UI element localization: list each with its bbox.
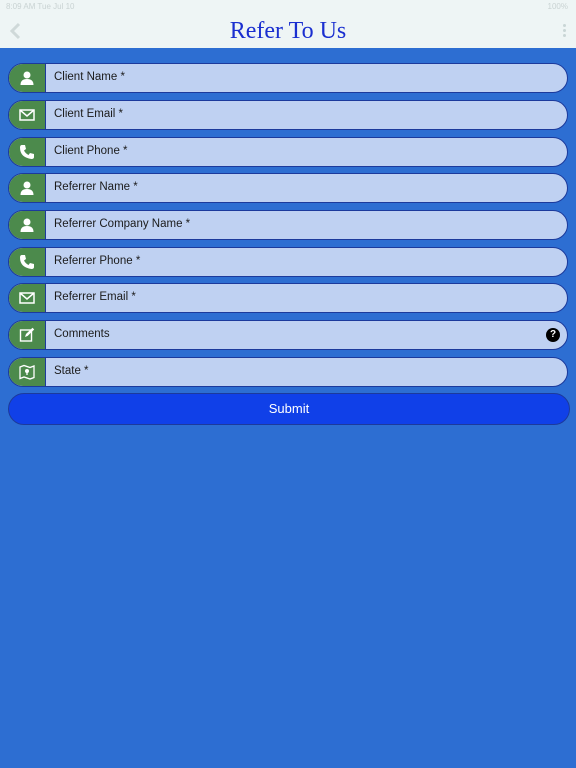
referrer-phone-field[interactable]: Referrer Phone *	[8, 247, 568, 277]
comments-field[interactable]: Comments ?	[8, 320, 568, 350]
field-placeholder: Referrer Name *	[54, 181, 138, 193]
page-title: Refer To Us	[229, 18, 347, 44]
phone-icon	[9, 138, 46, 166]
envelope-icon	[9, 101, 46, 129]
edit-icon	[9, 321, 46, 349]
help-icon[interactable]: ?	[546, 328, 560, 342]
dot-icon	[562, 34, 566, 37]
envelope-icon	[9, 284, 46, 312]
more-menu-button[interactable]	[561, 24, 567, 40]
submit-button[interactable]: Submit	[8, 393, 570, 425]
dot-icon	[562, 24, 566, 27]
person-icon	[9, 64, 46, 92]
referrer-company-name-field[interactable]: Referrer Company Name *	[8, 210, 568, 240]
status-time: 8:09 AM Tue Jul 10	[6, 2, 75, 11]
field-placeholder: Comments	[54, 328, 110, 340]
field-placeholder: Client Name *	[54, 71, 125, 83]
client-email-field[interactable]: Client Email *	[8, 100, 568, 130]
client-name-field[interactable]: Client Name *	[8, 63, 568, 93]
person-icon	[9, 211, 46, 239]
field-placeholder: State *	[54, 365, 89, 377]
person-icon	[9, 174, 46, 202]
referrer-email-field[interactable]: Referrer Email *	[8, 283, 568, 313]
status-battery: 100%	[547, 2, 568, 11]
field-placeholder: Referrer Email *	[54, 291, 136, 303]
navigation-bar: Refer To Us	[0, 14, 576, 48]
dot-icon	[562, 29, 566, 32]
referrer-name-field[interactable]: Referrer Name *	[8, 173, 568, 203]
field-placeholder: Client Email *	[54, 108, 124, 120]
map-icon	[9, 358, 46, 386]
phone-icon	[9, 248, 46, 276]
field-placeholder: Client Phone *	[54, 145, 128, 157]
status-bar: 8:09 AM Tue Jul 10 100%	[0, 0, 576, 14]
client-phone-field[interactable]: Client Phone *	[8, 137, 568, 167]
state-field[interactable]: State *	[8, 357, 568, 387]
field-placeholder: Referrer Company Name *	[54, 218, 191, 230]
field-placeholder: Referrer Phone *	[54, 255, 141, 267]
